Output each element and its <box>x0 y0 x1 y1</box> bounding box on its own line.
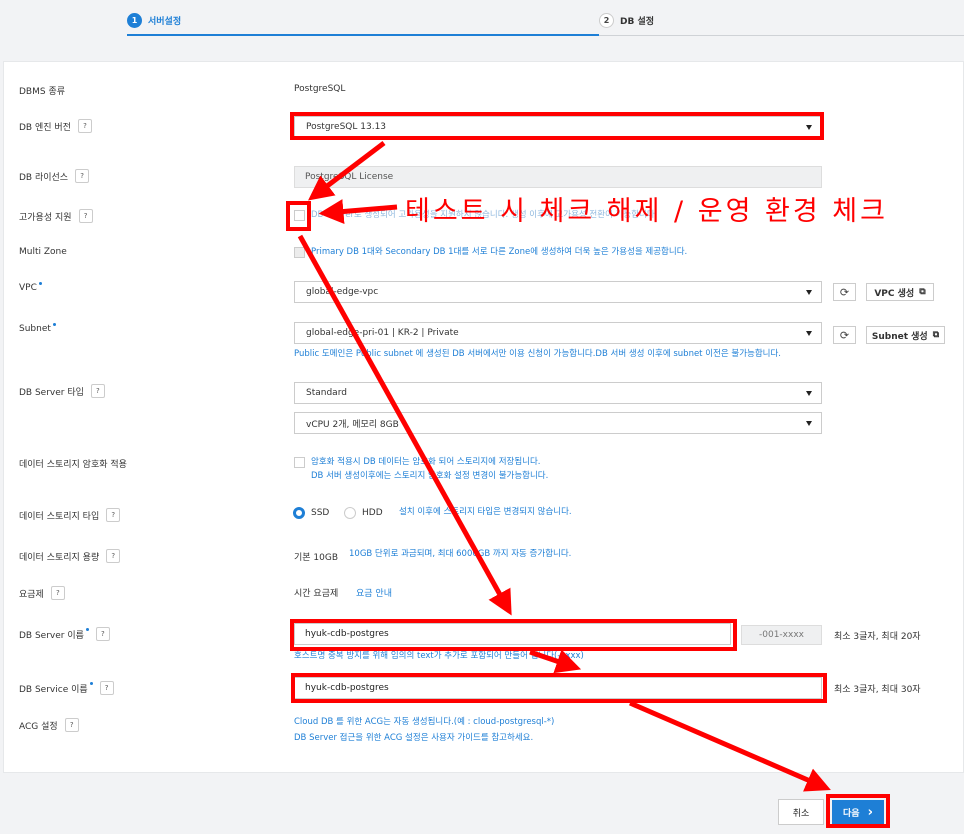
dbms-type-value: PostgreSQL <box>294 84 346 94</box>
server-name-limit: 최소 3글자, 최대 20자 <box>834 632 921 642</box>
step-label: DB 설정 <box>620 17 655 27</box>
active-step-indicator <box>127 34 599 36</box>
step-label: 서버설정 <box>148 17 182 27</box>
acg-label: ACG 설정? <box>19 718 79 732</box>
service-name-label: DB Service 이름? <box>19 681 114 695</box>
chevron-down-icon <box>806 421 812 426</box>
required-dot <box>38 281 42 285</box>
vpc-label: VPC <box>19 281 42 293</box>
chevron-down-icon <box>806 290 812 295</box>
annotation-box-service-name <box>291 673 827 703</box>
external-link-icon: ⧉ <box>932 330 940 340</box>
chevron-down-icon <box>806 331 812 336</box>
billing-value: 시간 요금제 <box>294 589 339 599</box>
help-icon[interactable]: ? <box>99 681 114 695</box>
encryption-checkbox[interactable] <box>294 457 305 468</box>
storage-size-value: 기본 10GB <box>294 553 339 563</box>
help-icon[interactable]: ? <box>64 718 79 732</box>
step-db-settings[interactable]: 2 DB 설정 <box>599 13 654 28</box>
storage-size-label: 데이터 스토리지 용량? <box>19 549 121 563</box>
required-dot <box>85 627 89 631</box>
help-icon[interactable]: ? <box>75 169 90 183</box>
server-name-hint: 호스트명 중복 방지를 위해 임의의 text가 추가로 포함되어 만들어 집니… <box>294 651 584 661</box>
subnet-hint: Public 도메인은 Public subnet 에 생성된 DB 서버에서만… <box>294 349 782 359</box>
vpc-select[interactable]: global-edge-vpc <box>294 281 822 303</box>
help-icon[interactable]: ? <box>106 549 121 563</box>
storage-size-hint: 10GB 단위로 과금되며, 최대 6000GB 까지 자동 증가합니다. <box>349 549 572 559</box>
create-subnet-button[interactable]: Subnet 생성 ⧉ <box>866 326 945 344</box>
encryption-hint-2: DB 서버 생성이후에는 스토리지 암호화 설정 변경이 불가능합니다. <box>311 471 549 481</box>
refresh-icon[interactable]: ⟳ <box>833 326 856 344</box>
server-name-label: DB Server 이름? <box>19 627 110 641</box>
acg-hint-2: DB Server 접근을 위한 ACG 설정은 사용자 가이드를 참고하세요. <box>294 733 534 743</box>
annotation-box-engine <box>290 112 824 140</box>
hdd-label: HDD <box>362 508 383 518</box>
help-icon[interactable]: ? <box>78 209 93 223</box>
server-type-select[interactable]: Standard <box>294 382 822 404</box>
pricing-guide-link[interactable]: 요금 안내 <box>356 586 392 599</box>
ssd-radio[interactable] <box>293 507 305 519</box>
engine-version-label: DB 엔진 버전? <box>19 119 92 133</box>
help-icon[interactable]: ? <box>95 627 110 641</box>
multizone-checkbox[interactable] <box>294 247 305 258</box>
step-divider <box>599 35 964 36</box>
hdd-radio[interactable] <box>344 507 356 519</box>
step-number: 2 <box>599 13 614 28</box>
help-icon[interactable]: ? <box>77 119 92 133</box>
annotation-box-ha <box>286 201 311 231</box>
ha-label: 고가용성 지원? <box>19 209 93 223</box>
encryption-label: 데이터 스토리지 암호화 적용 <box>19 460 127 470</box>
wizard-steps: 1 서버설정 2 DB 설정 <box>0 0 964 38</box>
required-dot <box>89 681 93 685</box>
ssd-label: SSD <box>311 508 330 518</box>
step-number: 1 <box>127 13 142 28</box>
multizone-label: Multi Zone <box>19 247 67 257</box>
cancel-button[interactable]: 취소 <box>778 799 824 825</box>
help-icon[interactable]: ? <box>50 586 65 600</box>
help-icon[interactable]: ? <box>90 384 105 398</box>
step-server-settings[interactable]: 1 서버설정 <box>127 13 181 28</box>
acg-hint-1: Cloud DB 를 위한 ACG는 자동 생성됩니다.(예 : cloud-p… <box>294 717 555 727</box>
required-dot <box>52 322 56 326</box>
multizone-hint: Primary DB 1대와 Secondary DB 1대를 서로 다른 Zo… <box>311 247 688 257</box>
server-type-label: DB Server 타입? <box>19 384 105 398</box>
license-label: DB 라이선스? <box>19 169 90 183</box>
billing-label: 요금제? <box>19 586 65 600</box>
storage-type-label: 데이터 스토리지 타입? <box>19 508 121 522</box>
license-field: PostgreSQL License <box>294 166 822 188</box>
create-vpc-button[interactable]: VPC 생성 ⧉ <box>866 283 934 301</box>
annotation-text: 테스트 시 체크 해제 / 운영 환경 체크 <box>405 196 888 227</box>
dbms-type-label: DBMS 종류 <box>19 87 66 97</box>
refresh-icon[interactable]: ⟳ <box>833 283 856 301</box>
server-spec-select[interactable]: vCPU 2개, 메모리 8GB <box>294 412 822 434</box>
storage-type-hint: 설치 이후에 스토리지 타입은 변경되지 않습니다. <box>399 507 572 517</box>
help-icon[interactable]: ? <box>106 508 121 522</box>
service-name-limit: 최소 3글자, 최대 30자 <box>834 685 921 695</box>
annotation-box-server-name <box>290 619 737 651</box>
encryption-hint-1: 암호화 적용시 DB 데이터는 암호화 되어 스토리지에 저장됩니다. <box>311 457 541 467</box>
server-name-suffix: -001-xxxx <box>741 625 822 645</box>
subnet-label: Subnet <box>19 322 56 334</box>
chevron-down-icon <box>806 391 812 396</box>
subnet-select[interactable]: global-edge-pri-01 | KR-2 | Private <box>294 322 822 344</box>
external-link-icon: ⧉ <box>919 287 926 297</box>
annotation-box-next <box>826 794 890 828</box>
